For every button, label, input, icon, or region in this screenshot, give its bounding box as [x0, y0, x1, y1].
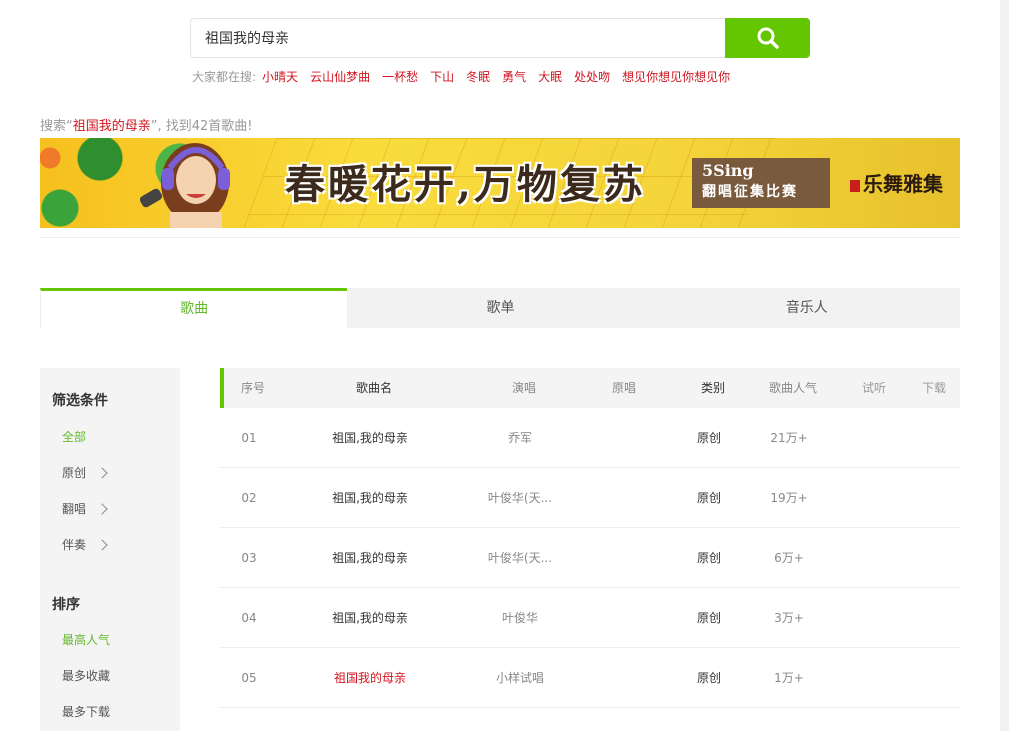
hot-label: 大家都在搜: — [192, 70, 257, 84]
song-type: 原创 — [696, 671, 721, 685]
song-name-link[interactable]: 祖国,我的母亲 — [300, 588, 440, 648]
row-num: 03 — [241, 551, 257, 565]
filter-title: 筛选条件 — [52, 393, 108, 409]
scrollbar-track[interactable] — [1000, 0, 1009, 731]
hot-item[interactable]: 下山 — [430, 68, 454, 85]
search-input[interactable] — [191, 19, 725, 57]
table-row: 05 祖国我的母亲 小样试唱 原创 1万+ — [220, 648, 960, 708]
table-row: 02 祖国,我的母亲 叶俊华(天... 原创 19万+ — [220, 468, 960, 528]
song-popularity: 19万+ — [770, 491, 808, 505]
singer-link[interactable]: 叶俊华(天... — [460, 468, 580, 528]
song-name-link[interactable]: 祖国,我的母亲 — [300, 528, 440, 588]
banner-event-box: 5Sing 翻唱征集比赛 — [692, 158, 830, 208]
song-name-link[interactable]: 祖国,我的母亲 — [300, 468, 440, 528]
tab-playlists[interactable]: 歌单 — [347, 288, 654, 328]
header-play: 试听 — [861, 381, 886, 395]
song-name-link[interactable]: 祖国,我的母亲 — [300, 408, 440, 468]
song-table: 序号 歌曲名 演唱 原唱 类别 歌曲人气 试听 下载 01 祖国,我的母亲 乔军 原创… — [220, 368, 960, 708]
hot-item[interactable]: 大眠 — [538, 68, 562, 85]
header-name: 歌曲名 — [355, 381, 392, 395]
header-download: 下载 — [921, 381, 946, 395]
hot-item[interactable]: 云山仙梦曲 — [310, 68, 370, 85]
row-num: 05 — [241, 671, 257, 685]
singer-link[interactable]: 小样试唱 — [460, 648, 580, 708]
table-row: 01 祖国,我的母亲 乔军 原创 21万+ — [220, 408, 960, 468]
seal-icon — [850, 179, 860, 192]
filter-sidebar: 筛选条件 全部 原创 翻唱 伴奏 排序 最高人气 最多收藏 最多下载 — [40, 368, 180, 731]
filter-original[interactable]: 原创 — [62, 464, 108, 481]
header-popularity: 歌曲人气 — [768, 381, 817, 395]
song-type: 原创 — [696, 551, 721, 565]
header-type: 类别 — [700, 381, 725, 395]
banner-logo: 乐舞雅集 — [850, 168, 943, 197]
filter-label: 原创 — [62, 466, 87, 480]
header-original: 原唱 — [611, 381, 636, 395]
result-keyword: 祖国我的母亲 — [72, 119, 151, 134]
divider — [40, 237, 960, 238]
result-prefix: 搜索“ — [40, 119, 73, 134]
table-header: 序号 歌曲名 演唱 原唱 类别 歌曲人气 试听 下载 — [220, 368, 960, 408]
chevron-right-icon — [96, 466, 108, 479]
song-type: 原创 — [696, 611, 721, 625]
promo-banner[interactable]: 春暖花开,万物复苏 5Sing 翻唱征集比赛 乐舞雅集 — [40, 138, 960, 228]
sort-popularity[interactable]: 最高人气 — [62, 631, 110, 648]
hot-item[interactable]: 想见你想见你想见你 — [622, 68, 730, 85]
chevron-right-icon — [96, 502, 108, 515]
filter-label: 全部 — [62, 430, 87, 444]
tab-musicians[interactable]: 音乐人 — [653, 288, 960, 328]
sort-favorites[interactable]: 最多收藏 — [62, 667, 110, 684]
result-summary: 搜索“祖国我的母亲”, 找到42首歌曲! — [40, 115, 253, 134]
hot-item[interactable]: 小晴天 — [262, 68, 298, 85]
search-box — [190, 18, 810, 58]
hot-item[interactable]: 处处吻 — [574, 68, 610, 85]
filter-label: 翻唱 — [62, 502, 87, 516]
table-row: 03 祖国,我的母亲 叶俊华(天... 原创 6万+ — [220, 528, 960, 588]
row-num: 02 — [241, 491, 257, 505]
hot-item[interactable]: 冬眠 — [466, 68, 490, 85]
search-icon — [757, 27, 779, 49]
song-type: 原创 — [696, 431, 721, 445]
result-tabs: 歌曲 歌单 音乐人 — [40, 288, 960, 328]
banner-box-line2: 翻唱征集比赛 — [702, 184, 798, 200]
banner-girl-illustration — [140, 143, 230, 228]
chevron-right-icon — [96, 538, 108, 551]
sort-downloads[interactable]: 最多下载 — [62, 703, 110, 720]
row-num: 01 — [241, 431, 257, 445]
singer-link[interactable]: 乔军 — [460, 408, 580, 468]
song-popularity: 3万+ — [774, 611, 804, 625]
song-popularity: 21万+ — [770, 431, 808, 445]
song-popularity: 1万+ — [774, 671, 804, 685]
banner-box-line1: 5Sing — [702, 161, 754, 180]
filter-cover[interactable]: 翻唱 — [62, 500, 108, 517]
search-button[interactable] — [725, 18, 810, 58]
hot-searches: 大家都在搜: 小晴天 云山仙梦曲 一杯愁 下山 冬眠 勇气 大眠 处处吻 想见你… — [192, 68, 742, 85]
song-type: 原创 — [696, 491, 721, 505]
row-num: 04 — [241, 611, 257, 625]
hot-item[interactable]: 一杯愁 — [382, 68, 418, 85]
song-name-link[interactable]: 祖国我的母亲 — [300, 648, 440, 708]
singer-link[interactable]: 叶俊华(天... — [460, 528, 580, 588]
sort-title: 排序 — [52, 597, 80, 613]
filter-accompaniment[interactable]: 伴奏 — [62, 536, 108, 553]
singer-link[interactable]: 叶俊华 — [460, 588, 580, 648]
result-suffix: ”, 找到42首歌曲! — [150, 119, 253, 134]
banner-logo-text: 乐舞雅集 — [863, 172, 943, 196]
banner-title: 春暖花开,万物复苏 — [285, 161, 646, 208]
filter-all[interactable]: 全部 — [62, 428, 86, 445]
header-num: 序号 — [240, 381, 265, 395]
table-row: 04 祖国,我的母亲 叶俊华 原创 3万+ — [220, 588, 960, 648]
header-singer: 演唱 — [511, 381, 536, 395]
tab-songs[interactable]: 歌曲 — [40, 288, 348, 328]
hot-item[interactable]: 勇气 — [502, 68, 526, 85]
filter-label: 伴奏 — [62, 538, 87, 552]
song-popularity: 6万+ — [774, 551, 804, 565]
